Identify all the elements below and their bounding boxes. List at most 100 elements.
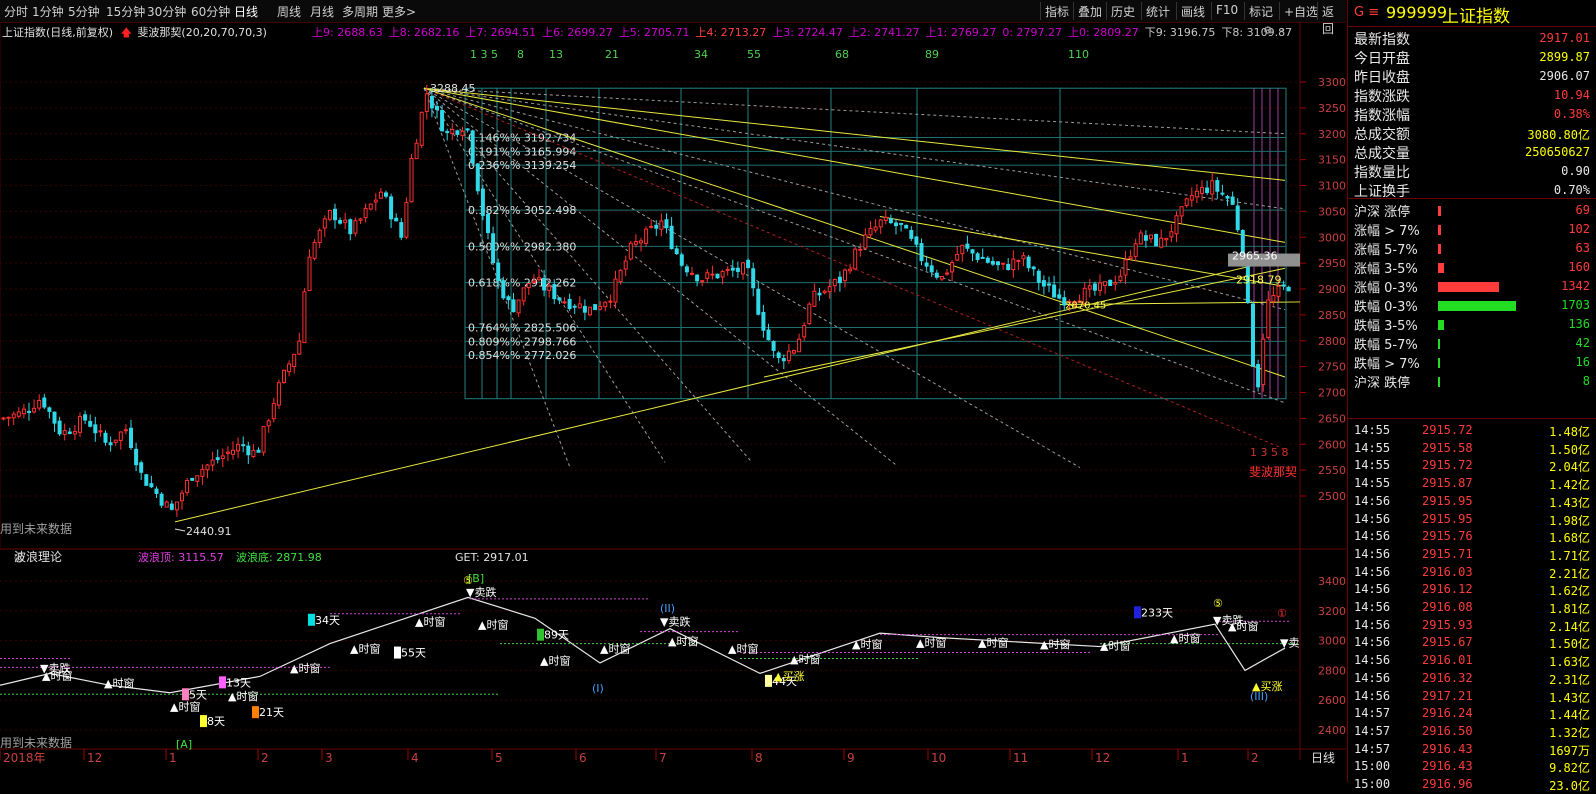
y-axis-label: 3000 bbox=[1318, 231, 1346, 244]
candle-body bbox=[409, 158, 414, 203]
candle-body bbox=[1286, 286, 1291, 292]
chart-title: 上证指数(日线,前复权) bbox=[2, 26, 114, 39]
candle-body bbox=[358, 218, 363, 221]
distribution-row[interactable]: 涨幅 0-3% 1342 bbox=[1352, 277, 1592, 296]
candle-body bbox=[129, 427, 133, 449]
candle-body bbox=[904, 224, 909, 229]
toolbar-button-3[interactable]: 统计 bbox=[1141, 2, 1174, 20]
candle-body bbox=[996, 261, 1000, 266]
candle-body bbox=[16, 411, 21, 417]
index-code: 999999 bbox=[1386, 3, 1448, 22]
tick-time: 14:57 bbox=[1354, 723, 1391, 738]
candle-body bbox=[1, 417, 6, 420]
y-axis-label: 2800 bbox=[1318, 335, 1346, 348]
candle-body bbox=[781, 358, 786, 362]
candle-body bbox=[118, 431, 123, 441]
period-tab-2[interactable]: 5分钟 bbox=[68, 3, 100, 20]
collapse-icon[interactable]: ‹ bbox=[1280, 24, 1284, 37]
distribution-row[interactable]: 跌幅 5-7% 42 bbox=[1352, 334, 1592, 353]
indicator-name[interactable]: 斐波那契(20,20,70,70,3) bbox=[137, 26, 267, 39]
candle-body bbox=[424, 93, 429, 112]
candle-body bbox=[756, 288, 761, 315]
candle-body bbox=[618, 269, 623, 283]
tick-price: 2917.21 bbox=[1422, 688, 1473, 703]
tick-row: 14:56 2915.67 1.50亿 bbox=[1352, 634, 1592, 652]
distribution-row[interactable]: 涨幅 3-5% 160 bbox=[1352, 258, 1592, 277]
toolbar-button-1[interactable]: 叠加 bbox=[1073, 2, 1106, 20]
y-axis-label: 2750 bbox=[1318, 361, 1346, 374]
toolbar-button-6[interactable]: 标记 bbox=[1244, 2, 1277, 20]
toolbar-button-5[interactable]: F10 bbox=[1211, 2, 1242, 20]
candle-body bbox=[1149, 234, 1153, 240]
wave-day-block bbox=[308, 613, 315, 626]
chart-canvas[interactable]: 3300325032003150310030503000295029002850… bbox=[0, 21, 1346, 782]
period-tab-5[interactable]: 60分钟 bbox=[191, 3, 230, 20]
x-axis-label: 5 bbox=[495, 751, 503, 765]
tick-price: 2916.43 bbox=[1422, 759, 1473, 774]
candle-body bbox=[200, 468, 205, 477]
period-tab-3[interactable]: 15分钟 bbox=[106, 3, 145, 20]
fib-level-text: 0.854%% 2772.026 bbox=[468, 349, 576, 362]
distribution-row[interactable]: 跌幅 3-5% 136 bbox=[1352, 315, 1592, 334]
candle-body bbox=[52, 411, 57, 424]
wave-annotation: ▲时窗 bbox=[728, 642, 758, 656]
candle-body bbox=[236, 443, 241, 452]
tick-price: 2915.93 bbox=[1422, 617, 1473, 632]
dist-bar bbox=[1438, 244, 1442, 254]
toolbar-button-4[interactable]: 画线 bbox=[1176, 2, 1209, 20]
candle-body bbox=[700, 280, 705, 283]
candle-body bbox=[613, 278, 618, 303]
candle-body bbox=[276, 382, 281, 406]
period-tab-9[interactable]: 多周期 bbox=[342, 3, 378, 20]
period-tab-8[interactable]: 月线 bbox=[310, 3, 334, 20]
fib-level-label: 上7: 2694.51 bbox=[465, 26, 537, 39]
distribution-row[interactable]: 涨幅 5-7% 63 bbox=[1352, 239, 1592, 258]
candle-body bbox=[98, 430, 103, 433]
candle-body bbox=[894, 222, 898, 227]
fib-level-label: 上9: 2688.63 bbox=[312, 26, 383, 39]
period-tab-4[interactable]: 30分钟 bbox=[147, 3, 186, 20]
period-tab-6[interactable]: 日线 bbox=[234, 3, 258, 20]
candle-body bbox=[1041, 280, 1046, 287]
future-data-note: 用到未来数据 bbox=[0, 735, 72, 750]
period-tab-10[interactable]: 更多> bbox=[382, 3, 416, 20]
wave-day-label: 34天 bbox=[315, 614, 340, 627]
candle-body bbox=[78, 416, 82, 433]
candle-body bbox=[766, 329, 771, 341]
period-tab-1[interactable]: 1分钟 bbox=[32, 3, 64, 20]
candle-body bbox=[440, 110, 445, 132]
toolbar-button-2[interactable]: 历史 bbox=[1106, 2, 1139, 20]
candle-body bbox=[858, 248, 863, 251]
stat-value: 0.70% bbox=[1553, 183, 1590, 197]
period-tab-7[interactable]: 周线 bbox=[277, 3, 301, 20]
candle-body bbox=[1215, 180, 1220, 192]
dist-label: 涨幅 0-3% bbox=[1354, 281, 1418, 296]
candle-body bbox=[537, 277, 541, 281]
distribution-row[interactable]: 沪深 涨停 69 bbox=[1352, 201, 1592, 220]
distribution-row[interactable]: 跌幅 > 7% 16 bbox=[1352, 353, 1592, 372]
stat-row: 总成交量 250650627 bbox=[1352, 143, 1592, 162]
settings-icon[interactable]: ⚙ bbox=[1263, 24, 1273, 37]
candle-body bbox=[1143, 235, 1148, 241]
legend-controls[interactable]: ⚙ ‹ bbox=[1263, 24, 1285, 37]
toolbar-button-8[interactable]: 返回 bbox=[1317, 2, 1346, 36]
chart-area[interactable]: 3300 3250 3200 3150 3100 3050 3000 2950 2900 2850… bbox=[0, 21, 1346, 782]
candle-body bbox=[465, 128, 470, 131]
distribution-row[interactable]: 跌幅 0-3% 1703 bbox=[1352, 296, 1592, 315]
toolbar-button-0[interactable]: 指标 bbox=[1040, 2, 1073, 20]
candle-body bbox=[572, 305, 577, 308]
tick-volume: 1.48亿 bbox=[1549, 425, 1590, 439]
distribution-row[interactable]: 沪深 跌停 8 bbox=[1352, 372, 1592, 391]
toolbar-button-7[interactable]: +自选 bbox=[1279, 2, 1322, 20]
distribution-row[interactable]: 涨幅 > 7% 102 bbox=[1352, 220, 1592, 239]
candle-body bbox=[690, 272, 694, 275]
period-tab-0[interactable]: 分时 bbox=[4, 3, 28, 20]
candle-body bbox=[741, 262, 745, 275]
y-axis-label: 2550 bbox=[1318, 464, 1346, 477]
tick-price: 2915.76 bbox=[1422, 529, 1473, 544]
candle-body bbox=[363, 207, 368, 219]
tick-price: 2916.03 bbox=[1422, 564, 1473, 579]
stat-label: 总成交量 bbox=[1354, 146, 1410, 162]
wave-point-label: [A] bbox=[176, 738, 192, 751]
candle-body bbox=[154, 488, 159, 494]
